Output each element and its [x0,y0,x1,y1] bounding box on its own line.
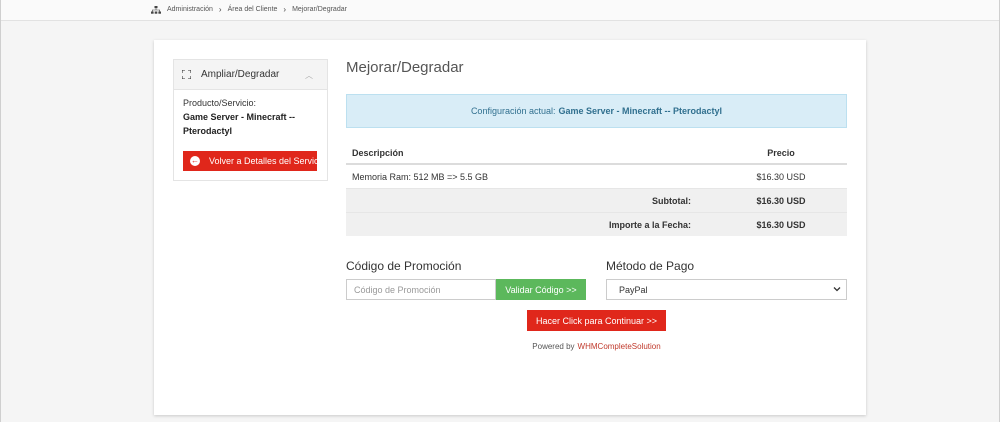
table-header-row: Descripción Precio [346,143,847,165]
due-today-value: $16.30 USD [715,212,847,236]
product-name: Game Server - Minecraft -- Pterodactyl [183,112,296,136]
sidebar-body: Producto/Servicio: Game Server - Minecra… [174,90,327,144]
breadcrumb-current: Mejorar/Degradar [292,6,347,13]
subtotal-row: Subtotal: $16.30 USD [346,188,847,213]
subtotal-value: $16.30 USD [715,188,847,213]
sidebar-panel: Ampliar/Degradar ︿ Producto/Servicio: Ga… [173,59,328,181]
back-to-service-button[interactable]: ← Volver a Detalles del Servicio [183,151,317,171]
top-bar: Administración › Área del Cliente › Mejo… [1,0,999,21]
header-description: Descripción [346,143,715,165]
upgrade-table: Descripción Precio Memoria Ram: 512 MB =… [346,143,847,236]
breadcrumb-separator: › [283,5,287,14]
powered-by: Powered by WHMCompleteSolution [346,342,847,351]
row-price: $16.30 USD [715,163,847,189]
subtotal-label: Subtotal: [346,188,715,213]
due-today-row: Importe a la Fecha: $16.30 USD [346,212,847,236]
whmcs-link[interactable]: WHMCompleteSolution [578,342,661,351]
sidebar-header[interactable]: Ampliar/Degradar ︿ [174,60,327,90]
page-title: Mejorar/Degradar [346,59,464,76]
chevron-down-icon [833,287,841,292]
main-card: Ampliar/Degradar ︿ Producto/Servicio: Ga… [154,40,866,415]
payment-method-label: Método de Pago [606,259,695,273]
current-config-label: Configuración actual: [470,106,556,116]
due-today-label: Importe a la Fecha: [346,212,715,236]
sitemap-icon [151,5,161,14]
validate-code-button[interactable]: Validar Código >> [496,279,586,300]
continue-button[interactable]: Hacer Click para Continuar >> [527,310,666,331]
table-row: Memoria Ram: 512 MB => 5.5 GB $16.30 USD [346,163,847,189]
promo-code-label: Código de Promoción [346,259,462,273]
expand-icon [182,70,191,79]
promo-code-input[interactable] [346,279,496,300]
back-button-label: Volver a Detalles del Servicio [209,156,317,166]
breadcrumb-client-area[interactable]: Área del Cliente [228,6,278,13]
current-config-value: Game Server - Minecraft -- Pterodactyl [558,106,723,116]
breadcrumb: Administración › Área del Cliente › Mejo… [151,5,347,14]
breadcrumb-home[interactable]: Administración [167,6,213,13]
chevron-up-icon[interactable]: ︿ [305,70,313,81]
sidebar-title: Ampliar/Degradar [201,69,280,80]
current-config-alert: Configuración actual: Game Server - Mine… [346,94,847,128]
breadcrumb-separator: › [218,5,222,14]
product-label: Producto/Servicio: [183,98,257,108]
header-price: Precio [715,143,847,165]
payment-method-selected: PayPal [619,284,648,295]
row-description: Memoria Ram: 512 MB => 5.5 GB [346,163,715,189]
arrow-left-circle-icon: ← [190,156,200,166]
powered-by-text: Powered by [532,342,575,351]
payment-method-select[interactable]: PayPal [606,279,847,300]
